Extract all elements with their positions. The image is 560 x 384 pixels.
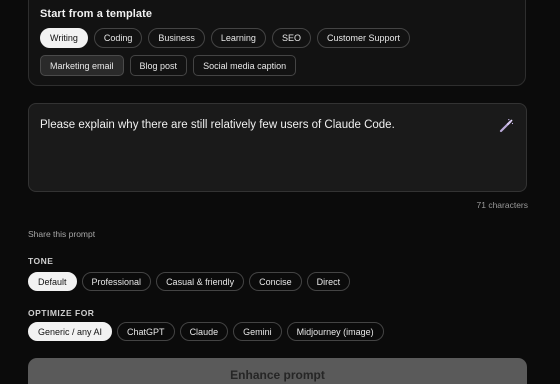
template-chip-learning[interactable]: Learning xyxy=(210,28,266,48)
template-option-marketing-email[interactable]: Marketing email xyxy=(40,55,124,76)
optimize-for-options: Generic / any AI ChatGPT Claude Gemini M… xyxy=(28,322,384,341)
prompt-text: Please explain why there are still relat… xyxy=(40,119,395,131)
optimize-option-chatgpt[interactable]: ChatGPT xyxy=(117,322,175,341)
enhance-prompt-button[interactable]: Enhance prompt xyxy=(28,358,527,384)
template-chip-business[interactable]: Business xyxy=(148,28,205,48)
optimize-option-gemini[interactable]: Gemini xyxy=(233,322,282,341)
template-chip-seo[interactable]: SEO xyxy=(271,28,311,48)
tone-option-casual-friendly[interactable]: Casual & friendly xyxy=(156,272,245,291)
optimize-option-midjourney[interactable]: Midjourney (image) xyxy=(286,322,384,341)
template-chip-customer-support[interactable]: Customer Support xyxy=(316,28,410,48)
tone-options: Default Professional Casual & friendly C… xyxy=(28,272,351,291)
optimize-option-generic[interactable]: Generic / any AI xyxy=(28,322,113,341)
template-option-row: Marketing email Blog post Social media c… xyxy=(40,55,297,76)
optimize-option-claude[interactable]: Claude xyxy=(179,322,229,341)
tone-label: TONE xyxy=(28,256,54,266)
template-card: Start from a template Writing Coding Bus… xyxy=(28,0,526,86)
share-prompt-link[interactable]: Share this prompt xyxy=(28,229,95,239)
prompt-enhancer-page: Start from a template Writing Coding Bus… xyxy=(0,0,560,384)
template-chip-coding[interactable]: Coding xyxy=(93,28,143,48)
tone-option-default[interactable]: Default xyxy=(28,272,77,291)
prompt-input[interactable]: Please explain why there are still relat… xyxy=(28,103,527,192)
tone-option-professional[interactable]: Professional xyxy=(81,272,152,291)
template-chip-writing[interactable]: Writing xyxy=(40,28,88,48)
template-section-title: Start from a template xyxy=(40,8,153,20)
magic-wand-icon[interactable] xyxy=(498,118,514,134)
template-category-row: Writing Coding Business Learning SEO Cus… xyxy=(40,28,410,48)
template-option-blog-post[interactable]: Blog post xyxy=(129,55,188,76)
tone-option-direct[interactable]: Direct xyxy=(306,272,351,291)
optimize-for-label: OPTIMIZE FOR xyxy=(28,308,95,318)
tone-option-concise[interactable]: Concise xyxy=(249,272,302,291)
character-count: 71 characters xyxy=(476,200,529,210)
template-option-social-media-caption[interactable]: Social media caption xyxy=(193,55,297,76)
